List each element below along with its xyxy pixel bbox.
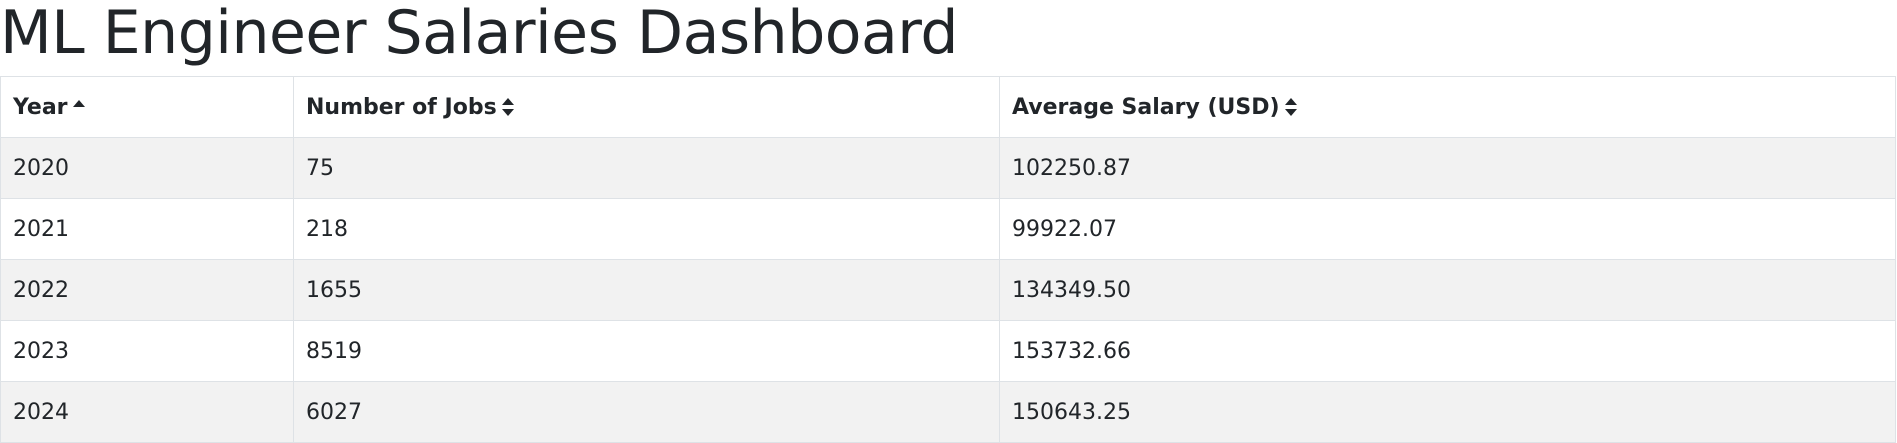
table-row: 2024 6027 150643.25 xyxy=(0,381,1896,443)
table-row: 2022 1655 134349.50 xyxy=(0,259,1896,321)
cell-year: 2023 xyxy=(0,320,294,382)
page-title: ML Engineer Salaries Dashboard xyxy=(0,0,958,68)
cell-year: 2021 xyxy=(0,198,294,260)
sort-up-icon xyxy=(72,97,86,117)
cell-year: 2020 xyxy=(0,137,294,199)
cell-jobs: 6027 xyxy=(293,381,1000,443)
column-header-label: Average Salary (USD) xyxy=(1012,94,1280,120)
table-body: 2020 75 102250.87 2021 218 99922.07 2022… xyxy=(0,137,1896,443)
sort-icon xyxy=(1284,97,1298,117)
cell-salary: 99922.07 xyxy=(999,198,1896,260)
cell-salary: 150643.25 xyxy=(999,381,1896,443)
cell-salary: 134349.50 xyxy=(999,259,1896,321)
cell-salary: 153732.66 xyxy=(999,320,1896,382)
column-header-year[interactable]: Year xyxy=(0,76,294,138)
table-row: 2023 8519 153732.66 xyxy=(0,320,1896,382)
table-header-row: Year Number of Jobs Average Salary (USD) xyxy=(0,76,1896,138)
cell-jobs: 218 xyxy=(293,198,1000,260)
cell-jobs: 8519 xyxy=(293,320,1000,382)
cell-jobs: 75 xyxy=(293,137,1000,199)
sort-icon xyxy=(501,97,515,117)
column-header-label: Number of Jobs xyxy=(306,94,497,120)
table-header: Year Number of Jobs Average Salary (USD) xyxy=(0,76,1896,138)
table-row: 2021 218 99922.07 xyxy=(0,198,1896,260)
column-header-label: Year xyxy=(13,94,68,120)
column-header-number-of-jobs[interactable]: Number of Jobs xyxy=(293,76,1000,138)
salary-table: Year Number of Jobs Average Salary (USD)… xyxy=(0,76,1896,443)
cell-salary: 102250.87 xyxy=(999,137,1896,199)
cell-year: 2022 xyxy=(0,259,294,321)
column-header-average-salary[interactable]: Average Salary (USD) xyxy=(999,76,1896,138)
cell-jobs: 1655 xyxy=(293,259,1000,321)
dashboard-page: ML Engineer Salaries Dashboard Year Numb… xyxy=(0,0,1897,443)
cell-year: 2024 xyxy=(0,381,294,443)
table-row: 2020 75 102250.87 xyxy=(0,137,1896,199)
